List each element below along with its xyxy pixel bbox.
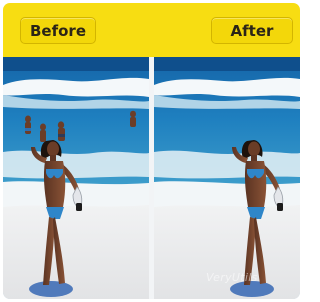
before-label-button[interactable]: Before bbox=[20, 17, 96, 44]
after-label-button[interactable]: After bbox=[211, 17, 293, 44]
comparison-card: Before After VeryUtils bbox=[3, 3, 300, 299]
after-image bbox=[154, 57, 300, 299]
header-bar: Before After bbox=[3, 3, 300, 57]
before-image bbox=[3, 57, 149, 299]
watermark-text: VeryUtils bbox=[206, 271, 258, 284]
